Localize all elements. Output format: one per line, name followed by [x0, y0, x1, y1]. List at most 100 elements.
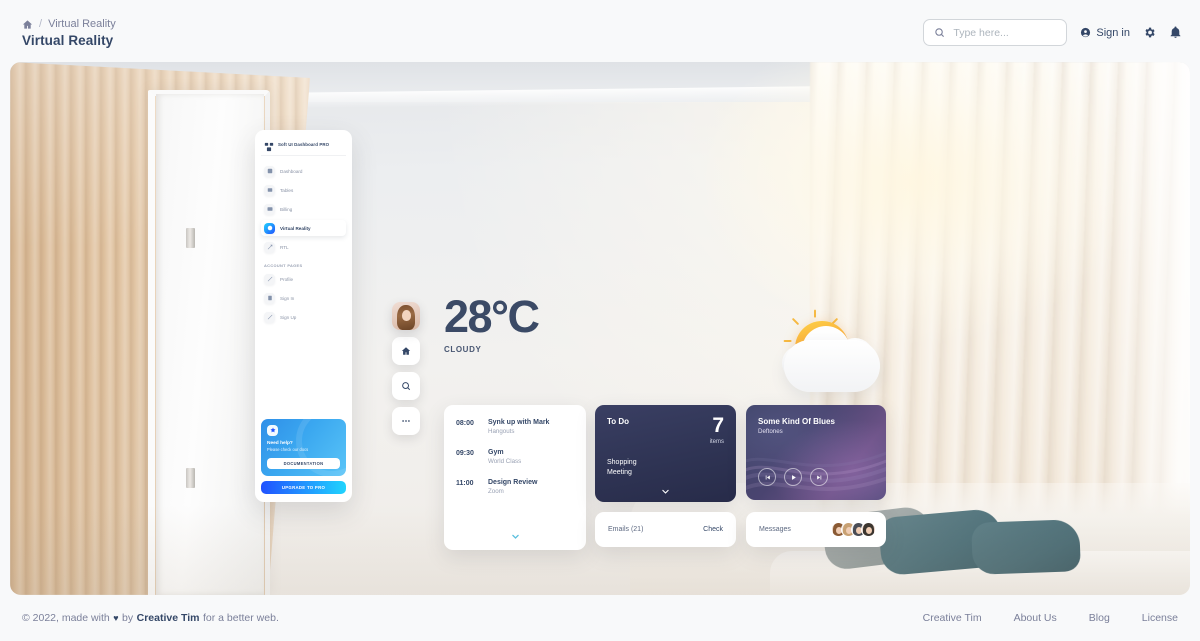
rail-home-button[interactable]: [392, 337, 420, 365]
music-track-title: Some Kind Of Blues: [758, 417, 835, 426]
schedule-subtitle: Zoom: [488, 488, 504, 495]
music-controls: [758, 468, 828, 486]
vr-scene-wrapper: Soft UI Dashboard PRO Dashboard Tables B…: [0, 62, 1200, 595]
previous-track-button[interactable]: [758, 468, 776, 486]
search-box[interactable]: [923, 19, 1068, 46]
sidebar-item-sign-in[interactable]: Sign In: [261, 290, 346, 306]
sidebar-item-rtl[interactable]: RTL: [261, 239, 346, 255]
emails-card: Emails (21) Check: [595, 512, 736, 547]
breadcrumb-area: / Virtual Reality Virtual Reality: [22, 18, 116, 48]
help-card-subtitle: Please check our docs: [267, 447, 309, 453]
schedule-time: 09:30: [456, 449, 474, 457]
bell-icon[interactable]: [1169, 26, 1182, 39]
sign-in-label: Sign in: [1096, 26, 1130, 39]
play-icon: [791, 474, 796, 480]
skip-previous-icon: [765, 474, 770, 480]
weather-readout: 28°C CLOUDY: [444, 291, 540, 354]
play-button[interactable]: [784, 468, 802, 486]
schedule-subtitle: World Class: [488, 458, 522, 465]
schedule-row[interactable]: 09:30 Gym World Class: [456, 449, 574, 465]
chevron-down-icon: [662, 489, 669, 494]
credit-card-icon: [264, 203, 275, 215]
message-avatar[interactable]: [861, 522, 876, 537]
sidebar-label-sign-up: Sign Up: [280, 314, 297, 320]
sidebar-item-virtual-reality[interactable]: Virtual Reality: [261, 220, 346, 236]
schedule-subtitle: Hangouts: [488, 428, 515, 435]
avatar-face: [402, 310, 411, 321]
sidebar-label-profile: Profile: [280, 276, 294, 282]
next-track-button[interactable]: [810, 468, 828, 486]
sidebar-item-sign-up[interactable]: Sign Up: [261, 309, 346, 325]
sidebar-account-nav: Profile Sign In Sign Up: [261, 271, 346, 325]
breadcrumb: / Virtual Reality: [22, 18, 116, 30]
todo-title: To Do: [607, 417, 630, 426]
music-artist: Deftones: [758, 428, 783, 435]
footer-link-about-us[interactable]: About Us: [1014, 612, 1057, 624]
account-circle-icon: [1081, 27, 1091, 38]
help-card-title: Need help?: [267, 440, 293, 446]
vr-icon: [264, 222, 275, 234]
footer-copyright: © 2022, made with ♥ by Creative Tim for …: [22, 612, 279, 624]
sidebar-item-billing[interactable]: Billing: [261, 201, 346, 217]
home-icon[interactable]: [22, 19, 33, 30]
heart-icon: ♥: [113, 613, 119, 623]
table-icon: [264, 184, 275, 196]
chevron-down-icon: [511, 534, 519, 539]
avatar[interactable]: [392, 302, 420, 330]
todo-count: 7: [712, 414, 724, 437]
todo-list: Shopping Meeting: [607, 459, 724, 476]
star-icon: [267, 424, 278, 436]
schedule-row[interactable]: 11:00 Design Review Zoom: [456, 479, 574, 495]
sign-in-link[interactable]: Sign in: [1080, 27, 1130, 39]
music-player-card: Some Kind Of Blues Deftones: [746, 405, 886, 500]
sidebar-item-dashboard[interactable]: Dashboard: [261, 163, 346, 179]
todo-card: To Do 7 items Shopping Meeting: [595, 405, 736, 502]
footer-links: Creative Tim About Us Blog License: [923, 612, 1178, 624]
sun-behind-cloud-icon: [762, 304, 884, 396]
emails-check-link[interactable]: Check: [703, 526, 723, 533]
temperature-value: 28°C: [444, 291, 540, 342]
icon-rail: [392, 302, 420, 435]
footer-copyright-suffix: for a better web.: [202, 612, 279, 624]
sidebar-label-tables: Tables: [280, 187, 294, 193]
sidebar-section-account-pages: ACCOUNT PAGES: [264, 263, 303, 268]
sidebar-label-sign-in: Sign In: [280, 295, 295, 301]
rtl-icon: [264, 241, 275, 253]
nav-right-group: Sign in: [923, 18, 1182, 46]
todo-item[interactable]: Meeting: [607, 469, 724, 476]
schedule-time: 11:00: [456, 479, 474, 487]
sidebar-item-tables[interactable]: Tables: [261, 182, 346, 198]
schedule-time: 08:00: [456, 419, 474, 427]
dashboard-icon: [264, 165, 275, 177]
search-input[interactable]: [953, 26, 1057, 39]
todo-item[interactable]: Shopping: [607, 459, 724, 466]
sidebar-brand[interactable]: Soft UI Dashboard PRO: [261, 137, 346, 156]
footer-link-blog[interactable]: Blog: [1089, 612, 1110, 624]
messages-card: Messages: [746, 512, 886, 547]
schedule-row[interactable]: 08:00 Synk up with Mark Hangouts: [456, 419, 574, 435]
gear-icon[interactable]: [1143, 26, 1156, 39]
sidebar-item-profile[interactable]: Profile: [261, 271, 346, 287]
sidebar-label-dashboard: Dashboard: [280, 168, 303, 174]
schedule-expand-button[interactable]: [444, 532, 586, 541]
upgrade-to-pro-button[interactable]: UPGRADE TO PRO: [261, 481, 346, 494]
messages-avatar-group: [831, 522, 876, 537]
top-navigation-bar: / Virtual Reality Virtual Reality Sign i…: [0, 0, 1200, 62]
documentation-button[interactable]: DOCUMENTATION: [267, 457, 340, 469]
vr-scene: Soft UI Dashboard PRO Dashboard Tables B…: [10, 62, 1190, 595]
footer-brand-link[interactable]: Creative Tim: [137, 612, 200, 624]
breadcrumb-parent-link[interactable]: Virtual Reality: [48, 18, 116, 30]
rail-more-button[interactable]: [392, 407, 420, 435]
door-hinge-bottom: [186, 468, 195, 488]
sidebar-bottom: Need help? Please check our docs DOCUMEN…: [261, 418, 346, 494]
skip-next-icon: [816, 474, 821, 480]
dashboard-logo-icon: [264, 139, 274, 152]
weather-condition: CLOUDY: [444, 345, 482, 354]
schedule-title: Design Review: [488, 479, 538, 486]
todo-expand-button[interactable]: [595, 487, 736, 496]
vr-dashboard-sidebar: Soft UI Dashboard PRO Dashboard Tables B…: [255, 130, 352, 502]
sidebar-nav: Dashboard Tables Billing Virtual Reality: [261, 163, 346, 255]
rail-search-button[interactable]: [392, 372, 420, 400]
footer-link-license[interactable]: License: [1142, 612, 1178, 624]
footer-link-creative-tim[interactable]: Creative Tim: [923, 612, 982, 624]
